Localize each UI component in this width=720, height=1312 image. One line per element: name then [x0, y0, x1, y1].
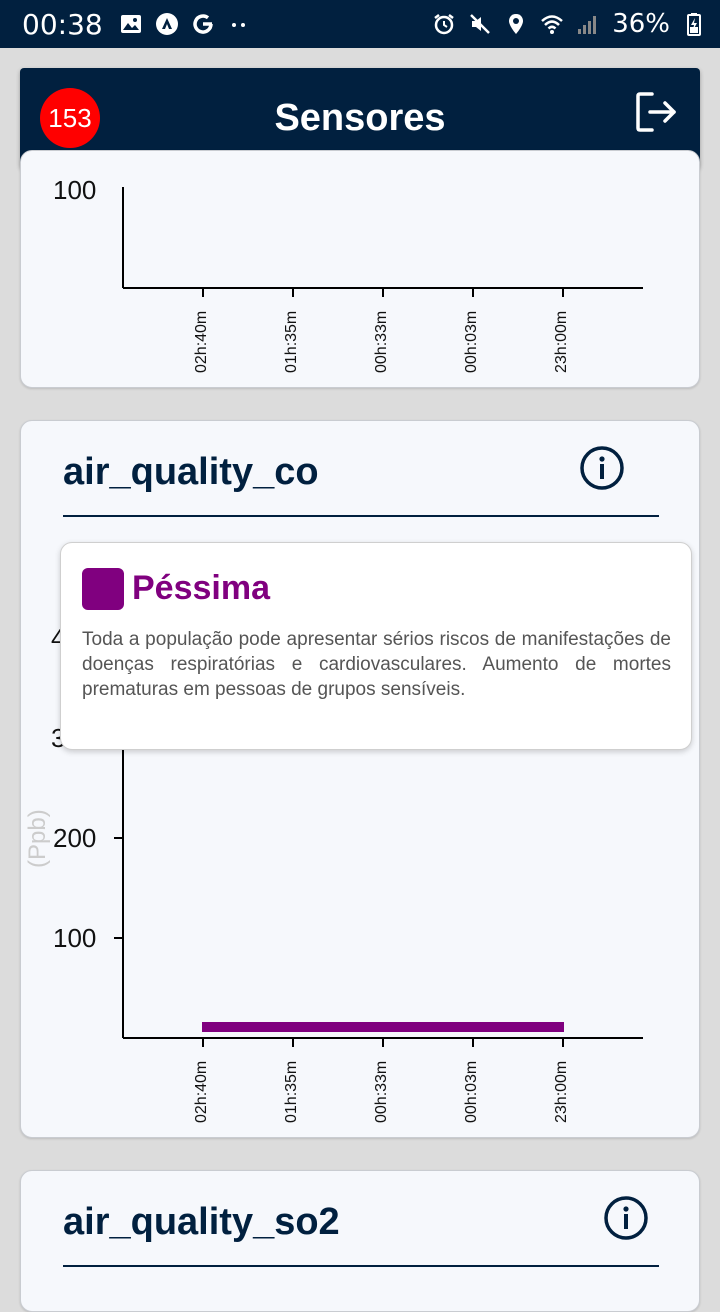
- x-tick-label: 23h:00m: [553, 1060, 570, 1123]
- battery-percent: 36%: [612, 9, 670, 39]
- x-tick-label: 02h:40m: [193, 1060, 210, 1123]
- image-icon: [120, 15, 141, 33]
- x-tick-label: 00h:03m: [463, 1060, 480, 1123]
- quality-level-title: Péssima: [132, 569, 270, 607]
- card-divider: [63, 1265, 659, 1267]
- chart-axes: [122, 187, 643, 297]
- data-point[interactable]: [562, 1022, 564, 1032]
- x-tick-label: 23h:00m: [553, 310, 570, 373]
- sensor-card-so2: air_quality_so2: [20, 1170, 700, 1312]
- sensor-card-previous: 100 02h:40m 01h:35m 00h:33m 00h:03m 23h:…: [20, 150, 700, 388]
- signal-icon: [578, 16, 597, 34]
- x-tick-label: 02h:40m: [193, 310, 210, 373]
- google-icon: [192, 14, 213, 34]
- quality-description: Toda a população pode apresentar sérios …: [82, 629, 671, 700]
- x-tick-label: 00h:03m: [463, 310, 480, 373]
- more-dots-icon: [231, 23, 245, 27]
- status-left-icons: [119, 12, 251, 36]
- sensor-card-co: air_quality_co 4 3 200 100 02h:40m 01h:3…: [20, 420, 700, 1138]
- chart-plot: [114, 621, 643, 1047]
- battery-icon: [687, 13, 701, 36]
- x-tick-label: 00h:33m: [373, 310, 390, 373]
- x-tick-label: 00h:33m: [373, 1060, 390, 1123]
- status-time: 00:38: [22, 7, 103, 41]
- status-bar: 00:38 36%: [0, 0, 720, 48]
- location-icon: [509, 14, 524, 34]
- x-tick-label: 01h:35m: [283, 1060, 300, 1123]
- wifi-icon: [541, 15, 564, 34]
- y-axis-unit-label: (Ppb): [24, 809, 51, 868]
- logout-icon[interactable]: [634, 90, 678, 134]
- quality-color-swatch: [82, 568, 124, 610]
- alarm-icon: [434, 14, 454, 35]
- status-right-icons: 36%: [432, 0, 706, 48]
- arrow-circle-icon: [155, 13, 178, 35]
- data-point[interactable]: [292, 1022, 294, 1032]
- info-icon[interactable]: [603, 1195, 649, 1241]
- air-quality-tooltip: Péssima Toda a população pode apresentar…: [60, 542, 692, 750]
- data-point[interactable]: [202, 1022, 204, 1032]
- card-title: air_quality_so2: [63, 1201, 340, 1243]
- data-point[interactable]: [472, 1022, 474, 1032]
- mute-icon: [470, 14, 491, 34]
- x-tick-label: 01h:35m: [283, 310, 300, 373]
- data-point[interactable]: [382, 1022, 384, 1032]
